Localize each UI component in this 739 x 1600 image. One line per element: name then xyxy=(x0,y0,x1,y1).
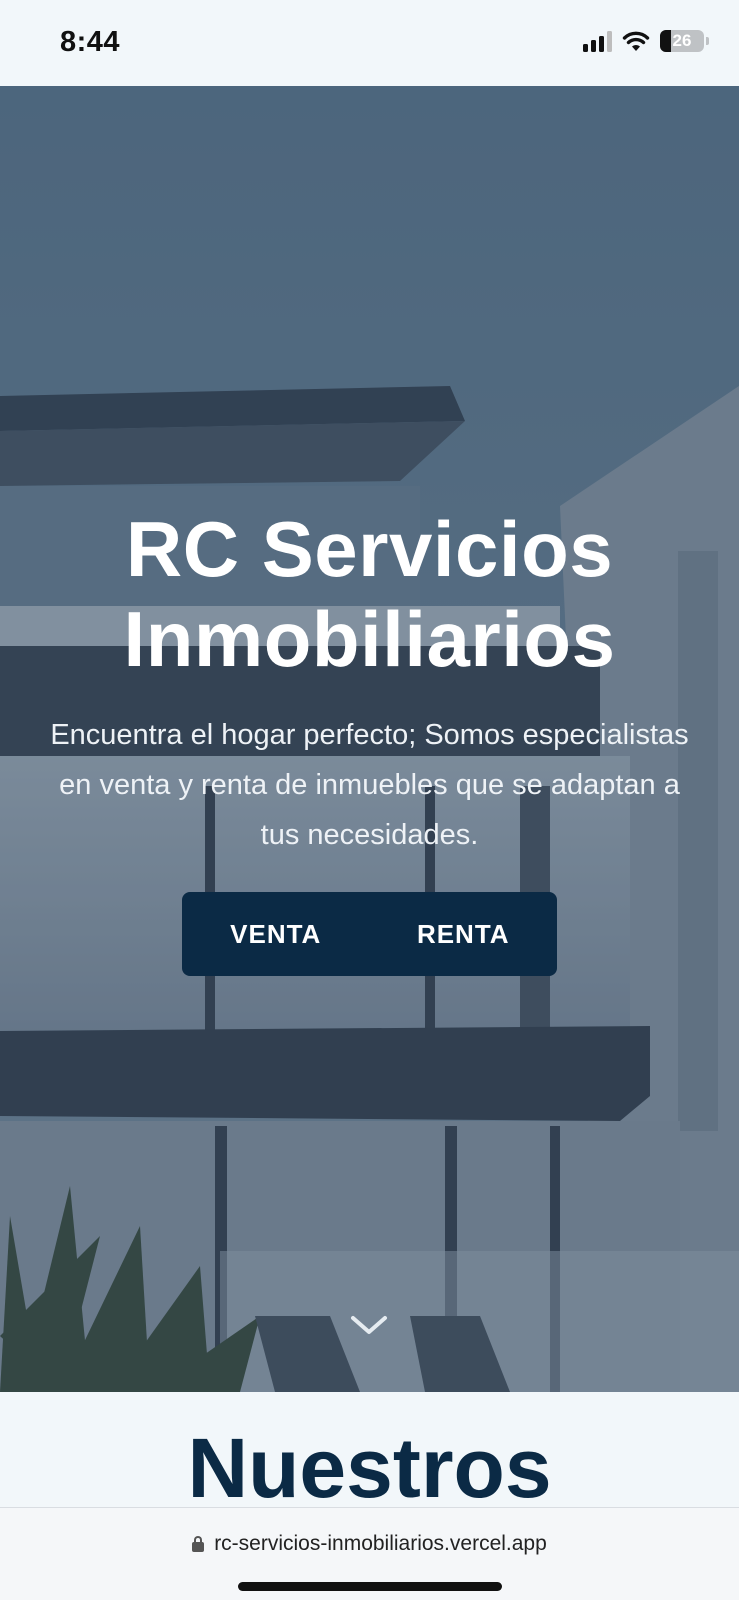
url-text[interactable]: rc-servicios-inmobiliarios.vercel.app xyxy=(214,1532,547,1556)
home-indicator[interactable] xyxy=(238,1582,502,1591)
browser-url-bar[interactable]: rc-servicios-inmobiliarios.vercel.app xyxy=(0,1507,739,1600)
battery-icon: 26 xyxy=(660,30,704,52)
hero-title: RC Servicios Inmobiliarios xyxy=(0,504,739,684)
signal-icon xyxy=(583,30,612,52)
battery-tip xyxy=(706,37,709,45)
hero-subtitle: Encuentra el hogar perfecto; Somos espec… xyxy=(50,719,689,851)
status-bar: 8:44 26 xyxy=(0,0,739,86)
status-time: 8:44 xyxy=(60,26,121,58)
wifi-icon xyxy=(622,30,650,52)
hero-title-line1: RC Servicios xyxy=(125,505,614,593)
status-icons: 26 xyxy=(583,30,709,52)
chevron-down-icon[interactable] xyxy=(349,1312,389,1343)
lock-icon xyxy=(192,1536,205,1552)
sale-button[interactable]: VENTA xyxy=(182,892,370,976)
rent-button[interactable]: RENTA xyxy=(370,892,558,976)
section-heading: Nuestros xyxy=(187,1421,552,1515)
url-row[interactable]: rc-servicios-inmobiliarios.vercel.app xyxy=(0,1532,739,1556)
battery-level: 26 xyxy=(672,31,692,50)
hero-title-line2: Inmobiliarios xyxy=(123,595,616,683)
hero-button-group: VENTA RENTA xyxy=(182,892,557,976)
hero-section: RC Servicios Inmobiliarios Encuentra el … xyxy=(0,86,739,1392)
